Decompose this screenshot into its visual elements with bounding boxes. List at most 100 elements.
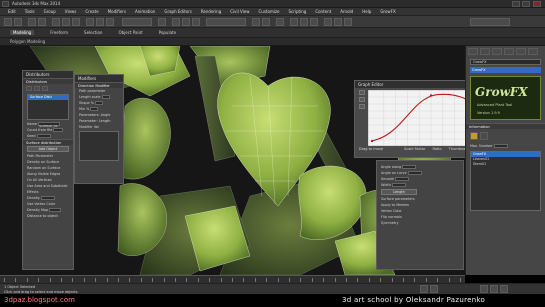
tab-selection[interactable]: Selection	[84, 30, 102, 35]
layer-manager-icon[interactable]	[276, 18, 284, 26]
modify-tab-icon[interactable]	[480, 48, 490, 55]
play-icon[interactable]	[420, 285, 428, 293]
symmetry-checkbox[interactable]: Symmetry	[377, 220, 463, 226]
select-icon[interactable]	[52, 18, 60, 26]
seed-field[interactable]	[36, 134, 51, 138]
snap-icon[interactable]	[172, 18, 180, 26]
time-slider[interactable]	[0, 275, 465, 283]
width-row: Width	[377, 182, 463, 188]
tab-object-paint[interactable]: Object Paint	[118, 30, 142, 35]
menu-item-help[interactable]: Help	[362, 9, 371, 14]
object-list[interactable]: GrowFX Leaves01 Stem01	[470, 151, 541, 211]
utilities-tab-icon[interactable]	[528, 48, 538, 55]
distributor-list[interactable]: Surface Distr	[27, 94, 69, 120]
graph-add-point-icon[interactable]	[359, 97, 365, 102]
undo-icon[interactable]	[4, 18, 12, 26]
graph-tab-ratio[interactable]: Ratio	[433, 147, 442, 151]
mirror-icon[interactable]	[252, 18, 260, 26]
object-list-item[interactable]: Stem01	[471, 162, 540, 167]
angle-on-curve-field[interactable]	[407, 171, 422, 175]
align-icon[interactable]	[262, 18, 270, 26]
angle-along-field[interactable]	[402, 165, 417, 169]
move-icon[interactable]	[86, 18, 94, 26]
scale-icon[interactable]	[106, 18, 114, 26]
region-select-icon[interactable]	[72, 18, 80, 26]
percent-snap-icon[interactable]	[192, 18, 200, 26]
density-map-field[interactable]	[49, 208, 62, 212]
maximize-icon[interactable]	[522, 1, 530, 7]
menu-item-modifiers[interactable]: Modifiers	[108, 9, 126, 14]
unlink-icon[interactable]	[38, 18, 46, 26]
object-name-field[interactable]: GrowFX	[470, 59, 541, 65]
display-tab-icon[interactable]	[516, 48, 526, 55]
length-button[interactable]: Length	[381, 189, 417, 195]
growfx-editor-icon[interactable]	[470, 132, 478, 140]
menu-item-civil-view[interactable]: Civil View	[230, 9, 249, 14]
menu-item-animation[interactable]: Animation	[135, 9, 155, 14]
link-icon[interactable]	[28, 18, 36, 26]
count-field[interactable]	[53, 128, 64, 132]
surface-distribution-rollout[interactable]: Surface distribution	[23, 139, 73, 145]
menu-item-arnold[interactable]: Arnold	[340, 9, 353, 14]
pivot-icon[interactable]	[158, 18, 166, 26]
curve-control-point[interactable]	[429, 94, 433, 97]
motion-tab-icon[interactable]	[504, 48, 514, 55]
shape-field[interactable]	[95, 101, 103, 105]
named-selection-dropdown[interactable]	[206, 18, 246, 26]
menu-item-customize[interactable]: Customize	[259, 9, 280, 14]
tab-modeling[interactable]: Modeling	[10, 30, 35, 35]
delete-distributor-icon[interactable]	[34, 86, 40, 91]
workspace-dropdown[interactable]	[470, 18, 510, 26]
menu-item-tools[interactable]: Tools	[25, 9, 35, 14]
menu-item-create[interactable]: Create	[85, 9, 98, 14]
tab-freeform[interactable]: Freeform	[50, 30, 68, 35]
copy-distributor-icon[interactable]	[42, 86, 48, 91]
curve-control-point[interactable]	[370, 139, 374, 143]
render-frame-icon[interactable]	[334, 18, 342, 26]
menu-item-graph-editors[interactable]: Graph Editors	[164, 9, 191, 14]
max-number-field[interactable]	[493, 144, 508, 148]
curve-editor-icon[interactable]	[290, 18, 298, 26]
graph-move-icon[interactable]	[359, 90, 365, 95]
length-scale-field[interactable]	[101, 95, 110, 99]
menu-item-content[interactable]: Content	[315, 9, 331, 14]
density-field[interactable]	[40, 196, 55, 200]
menu-item-rendering[interactable]: Rendering	[201, 9, 221, 14]
modifier-stack-item[interactable]: GrowFX	[470, 67, 541, 73]
menu-item-growfx[interactable]: GrowFX	[380, 9, 395, 14]
app-menu-icon[interactable]	[2, 1, 9, 7]
pan-icon[interactable]	[490, 285, 498, 293]
menu-item-group[interactable]: Group	[44, 9, 56, 14]
menu-item-edit[interactable]: Edit	[8, 9, 16, 14]
name-field[interactable]: SurfDistr_01	[38, 122, 61, 128]
add-distributor-icon[interactable]	[26, 86, 32, 91]
render-setup-icon[interactable]	[324, 18, 332, 26]
reference-coordinate-dropdown[interactable]	[122, 18, 152, 26]
min-field[interactable]	[90, 107, 99, 111]
minimize-icon[interactable]	[512, 1, 520, 7]
orbit-icon[interactable]	[500, 285, 508, 293]
material-editor-icon[interactable]	[310, 18, 318, 26]
rotate-icon[interactable]	[96, 18, 104, 26]
select-by-name-icon[interactable]	[62, 18, 70, 26]
hierarchy-tab-icon[interactable]	[492, 48, 502, 55]
angle-snap-icon[interactable]	[182, 18, 190, 26]
graph-tab-scale-factor[interactable]: Scale Factor	[404, 147, 425, 151]
schematic-view-icon[interactable]	[300, 18, 308, 26]
redo-icon[interactable]	[14, 18, 22, 26]
tab-populate[interactable]: Populate	[159, 30, 176, 35]
width-field[interactable]	[391, 183, 406, 187]
create-tab-icon[interactable]	[468, 48, 478, 55]
render-icon[interactable]	[344, 18, 352, 26]
menu-item-views[interactable]: Views	[65, 9, 77, 14]
zoom-icon[interactable]	[480, 285, 488, 293]
distributor-list-item[interactable]: Surface Distr	[28, 95, 68, 100]
modifier-list[interactable]	[79, 131, 119, 161]
next-frame-icon[interactable]	[430, 285, 438, 293]
update-icon[interactable]	[480, 132, 488, 140]
add-object-button[interactable]: Add Object	[27, 146, 69, 152]
graph-delete-point-icon[interactable]	[359, 104, 365, 109]
smooth-field[interactable]	[395, 177, 410, 181]
menu-item-scripting[interactable]: Scripting	[289, 9, 307, 14]
close-icon[interactable]	[533, 1, 541, 7]
